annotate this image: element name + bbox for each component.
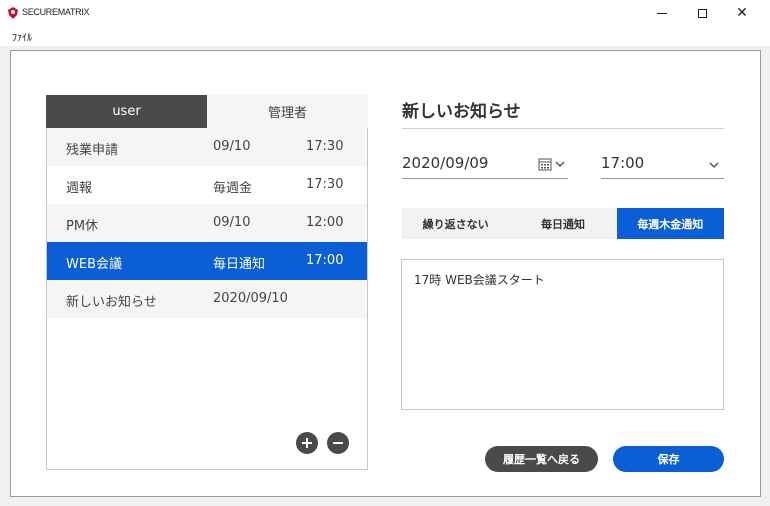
item-date: 09/10 (213, 139, 251, 154)
maximize-icon (697, 8, 707, 18)
tab-admin[interactable]: 管理者 (207, 95, 368, 128)
date-value: 2020/09/09 (402, 154, 489, 172)
time-select[interactable]: 17:00 (601, 152, 724, 179)
list-item[interactable]: 週報 毎週金 17:30 (47, 166, 367, 204)
list-tabs: user 管理者 (46, 95, 368, 128)
menu-bar: ﾌｧｲﾙ (0, 26, 770, 46)
minus-icon (333, 442, 343, 444)
item-name: 残業申請 (66, 143, 119, 158)
form-title: 新しいお知らせ (402, 102, 521, 122)
item-name: PM休 (66, 219, 99, 234)
remove-notification-button[interactable] (327, 432, 349, 454)
minimize-icon (657, 12, 667, 14)
time-value: 17:00 (601, 154, 645, 172)
chevron-down-icon (709, 162, 719, 168)
item-name: 新しいお知らせ (66, 295, 157, 310)
maximize-button[interactable] (682, 0, 722, 26)
close-icon: ✕ (736, 5, 748, 21)
item-name: 週報 (66, 181, 93, 196)
plus-icon-vertical (306, 438, 308, 448)
close-button[interactable]: ✕ (722, 0, 762, 26)
item-time: 12:00 (306, 215, 344, 230)
item-date: 毎日通知 (213, 257, 266, 272)
list-item[interactable]: 残業申請 09/10 17:30 (47, 128, 367, 166)
chevron-down-icon[interactable] (555, 161, 565, 167)
message-textarea[interactable]: 17時 WEB会議スタート (401, 259, 724, 410)
date-picker[interactable]: 2020/09/09 (402, 152, 568, 179)
repeat-weekly-button[interactable]: 毎週木金通知 (616, 208, 724, 239)
tab-user[interactable]: user (46, 95, 207, 128)
app-logo-icon (8, 7, 18, 19)
list-item[interactable]: 新しいお知らせ 2020/09/10 (47, 280, 367, 318)
window-title: SECUREMATRIX (22, 7, 90, 17)
item-date: 2020/09/10 (213, 291, 288, 306)
repeat-options: 繰り返さない 毎日通知 毎週木金通知 (402, 208, 724, 239)
repeat-daily-button[interactable]: 毎日通知 (509, 208, 617, 239)
repeat-none-button[interactable]: 繰り返さない (402, 208, 510, 239)
item-date: 毎週金 (213, 181, 253, 196)
minimize-button[interactable] (642, 0, 682, 26)
list-item[interactable]: PM休 09/10 12:00 (47, 204, 367, 242)
menu-file[interactable]: ﾌｧｲﾙ (12, 29, 32, 44)
item-name: WEB会議 (66, 257, 122, 272)
calendar-icon[interactable] (538, 157, 552, 171)
item-time: 17:00 (306, 253, 344, 268)
item-time: 17:30 (306, 139, 344, 154)
title-divider (402, 128, 724, 129)
title-bar: SECUREMATRIX ✕ (0, 0, 770, 26)
list-item-selected[interactable]: WEB会議 毎日通知 17:00 (47, 242, 367, 280)
add-notification-button[interactable] (296, 432, 318, 454)
back-to-history-button[interactable]: 履歴一覧へ戻る (485, 446, 598, 472)
item-date: 09/10 (213, 215, 251, 230)
notification-list: 残業申請 09/10 17:30 週報 毎週金 17:30 PM休 09/10 … (46, 128, 368, 470)
item-time: 17:30 (306, 177, 344, 192)
save-button[interactable]: 保存 (613, 446, 724, 472)
